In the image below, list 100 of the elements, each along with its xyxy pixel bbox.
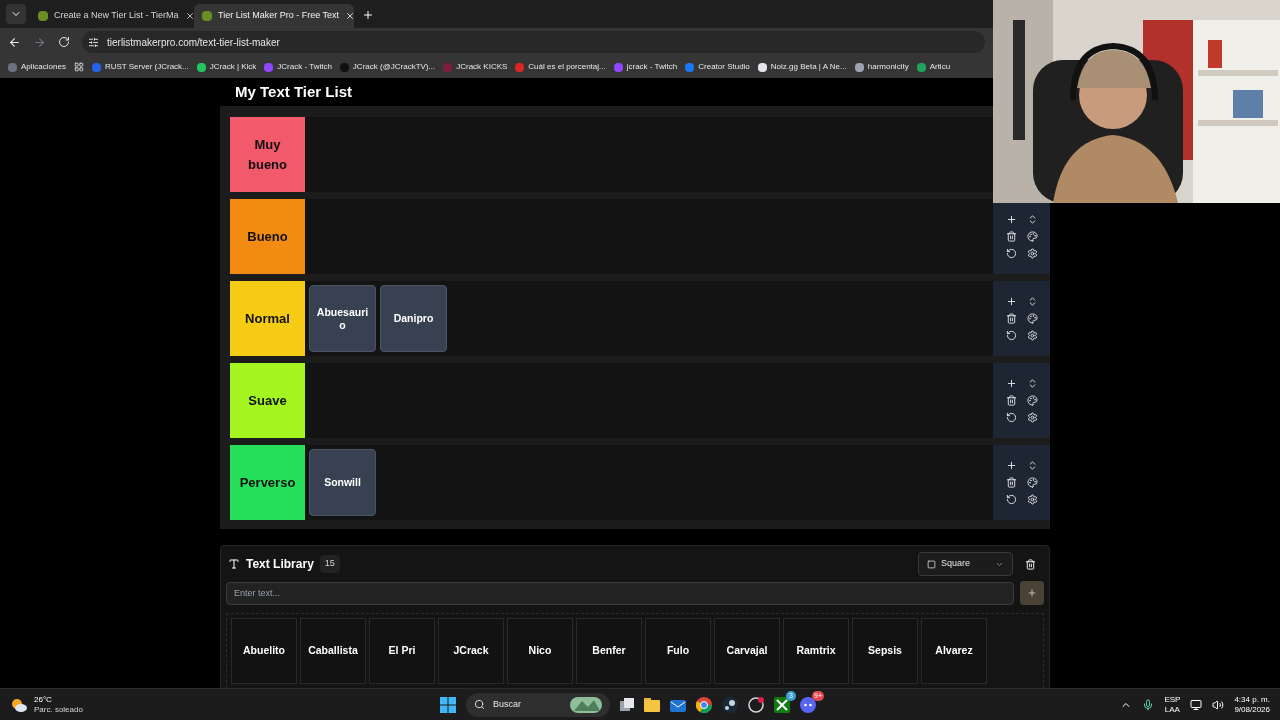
palette-icon[interactable]	[1026, 477, 1038, 488]
add-icon[interactable]	[1005, 296, 1017, 307]
reset-icon[interactable]	[1005, 330, 1017, 341]
trash-icon[interactable]	[1005, 313, 1017, 324]
palette-icon[interactable]	[1026, 395, 1038, 406]
text-card[interactable]: Sonwill	[309, 449, 376, 516]
bookmark[interactable]: JCrack (@JCrackTV)...	[339, 61, 436, 73]
tab-title: Tier List Maker Pro - Free Text	[218, 9, 340, 23]
tier-label: Normal	[230, 281, 305, 356]
text-card[interactable]: Benfer	[576, 618, 642, 684]
bookmark[interactable]: Cuál es el porcentaj...	[515, 61, 606, 73]
reset-icon[interactable]	[1005, 412, 1017, 423]
bookmark[interactable]: RUST Server (JCrack...	[91, 61, 189, 73]
trash-icon[interactable]	[1025, 558, 1036, 570]
favicon-icon	[854, 62, 864, 72]
language-label[interactable]: ESP	[1164, 694, 1181, 705]
new-tab-icon[interactable]	[362, 9, 374, 21]
favicon-icon	[613, 62, 623, 72]
forward-icon[interactable]	[33, 35, 46, 49]
plus-icon	[1027, 588, 1037, 598]
bookmark[interactable]: jcrack - Twitch	[613, 61, 678, 73]
text-card[interactable]: Danipro	[380, 285, 447, 352]
text-card[interactable]: Carvajal	[714, 618, 780, 684]
address-bar[interactable]: tierlistmakerpro.com/text-tier-list-maker	[82, 31, 985, 53]
add-icon[interactable]	[1005, 460, 1017, 471]
browser-tab[interactable]: Tier List Maker Pro - Free Text	[194, 4, 354, 28]
folder-icon[interactable]	[644, 697, 660, 712]
xbox-icon[interactable]	[774, 696, 790, 713]
text-card[interactable]: Caballista	[300, 618, 366, 684]
text-card[interactable]: JCrack	[438, 618, 504, 684]
close-icon[interactable]	[184, 11, 195, 21]
trash-icon[interactable]	[1005, 477, 1017, 488]
task-view-icon[interactable]	[620, 697, 634, 712]
palette-icon[interactable]	[1026, 231, 1038, 242]
text-card[interactable]: Ramtrix	[783, 618, 849, 684]
text-card[interactable]: El Pri	[369, 618, 435, 684]
bookmark[interactable]: harmonicity	[854, 61, 909, 73]
add-icon[interactable]	[1005, 378, 1017, 389]
settings-icon[interactable]	[1026, 412, 1038, 423]
page-title: My Text Tier List	[235, 81, 352, 102]
favicon-icon	[339, 62, 349, 72]
back-icon[interactable]	[8, 35, 21, 49]
search-field[interactable]: Buscar	[466, 692, 610, 717]
bookmark[interactable]: Aplicaciones	[8, 61, 66, 73]
tab-menu-button[interactable]	[6, 4, 26, 24]
bookmark[interactable]: Noiz.gg Beta | A Ne...	[757, 61, 847, 73]
reset-icon[interactable]	[1005, 248, 1017, 259]
palette-icon[interactable]	[1026, 313, 1038, 324]
network-icon[interactable]	[1190, 698, 1203, 711]
tier-label: Suave	[230, 363, 305, 438]
chat-icon[interactable]	[800, 696, 816, 713]
shape-select[interactable]: Square	[918, 552, 1013, 576]
mail-icon[interactable]	[670, 697, 686, 712]
tier-label: Bueno	[230, 199, 305, 274]
recorder-icon[interactable]	[748, 696, 764, 713]
text-card[interactable]: Nico	[507, 618, 573, 684]
count-badge: 15	[319, 555, 340, 573]
close-icon[interactable]	[345, 11, 356, 21]
settings-icon[interactable]	[1026, 494, 1038, 505]
weather-description: Parc. soleado	[34, 704, 83, 715]
favicon-icon	[515, 62, 525, 72]
library-title: Text Library	[246, 556, 314, 573]
trash-icon[interactable]	[1005, 231, 1017, 242]
favicon-icon	[196, 62, 206, 72]
reload-icon[interactable]	[58, 36, 70, 48]
browser-icon[interactable]	[696, 696, 712, 713]
bookmark[interactable]: Articu	[916, 61, 951, 73]
text-card[interactable]: Abuelito	[231, 618, 297, 684]
text-card[interactable]: Fulo	[645, 618, 711, 684]
favicon-icon	[443, 62, 453, 72]
trash-icon[interactable]	[1005, 395, 1017, 406]
text-card[interactable]: Sepsis	[852, 618, 918, 684]
favicon-icon	[916, 62, 926, 72]
settings-icon[interactable]	[1026, 330, 1038, 341]
clock-time[interactable]: 4:34 p. m.	[1234, 694, 1270, 705]
steam-icon[interactable]	[722, 696, 738, 713]
reset-icon[interactable]	[1005, 494, 1017, 505]
language-label[interactable]: LAA	[1164, 704, 1180, 715]
site-settings-icon[interactable]	[88, 36, 99, 48]
settings-icon[interactable]	[1026, 248, 1038, 259]
text-input-field[interactable]: Enter text...	[226, 581, 1014, 605]
text-card[interactable]: Alvarez	[921, 618, 987, 684]
text-card[interactable]: Abuesaurio	[309, 285, 376, 352]
bookmark[interactable]: JCrack - Twitch	[264, 61, 332, 73]
bookmark[interactable]: Creator Studio	[685, 61, 750, 73]
text-icon	[228, 558, 240, 570]
weather-icon	[10, 696, 28, 713]
add-button[interactable]	[1020, 581, 1044, 605]
bookmark[interactable]: JCrack | Kick	[196, 61, 257, 73]
microphone-icon[interactable]	[1142, 698, 1155, 711]
favicon-icon	[38, 11, 48, 21]
clock-date[interactable]: 9/08/2026	[1234, 704, 1270, 715]
windows-icon[interactable]	[440, 696, 456, 713]
volume-icon[interactable]	[1212, 698, 1225, 711]
favicon-icon	[202, 11, 212, 21]
add-icon[interactable]	[1005, 214, 1017, 225]
apps-grid-icon[interactable]	[73, 62, 84, 72]
bookmark[interactable]: JCrack KICKS	[443, 61, 508, 73]
browser-tab[interactable]: Create a New Tier List - TierMa	[30, 4, 190, 28]
search-icon	[474, 699, 485, 710]
